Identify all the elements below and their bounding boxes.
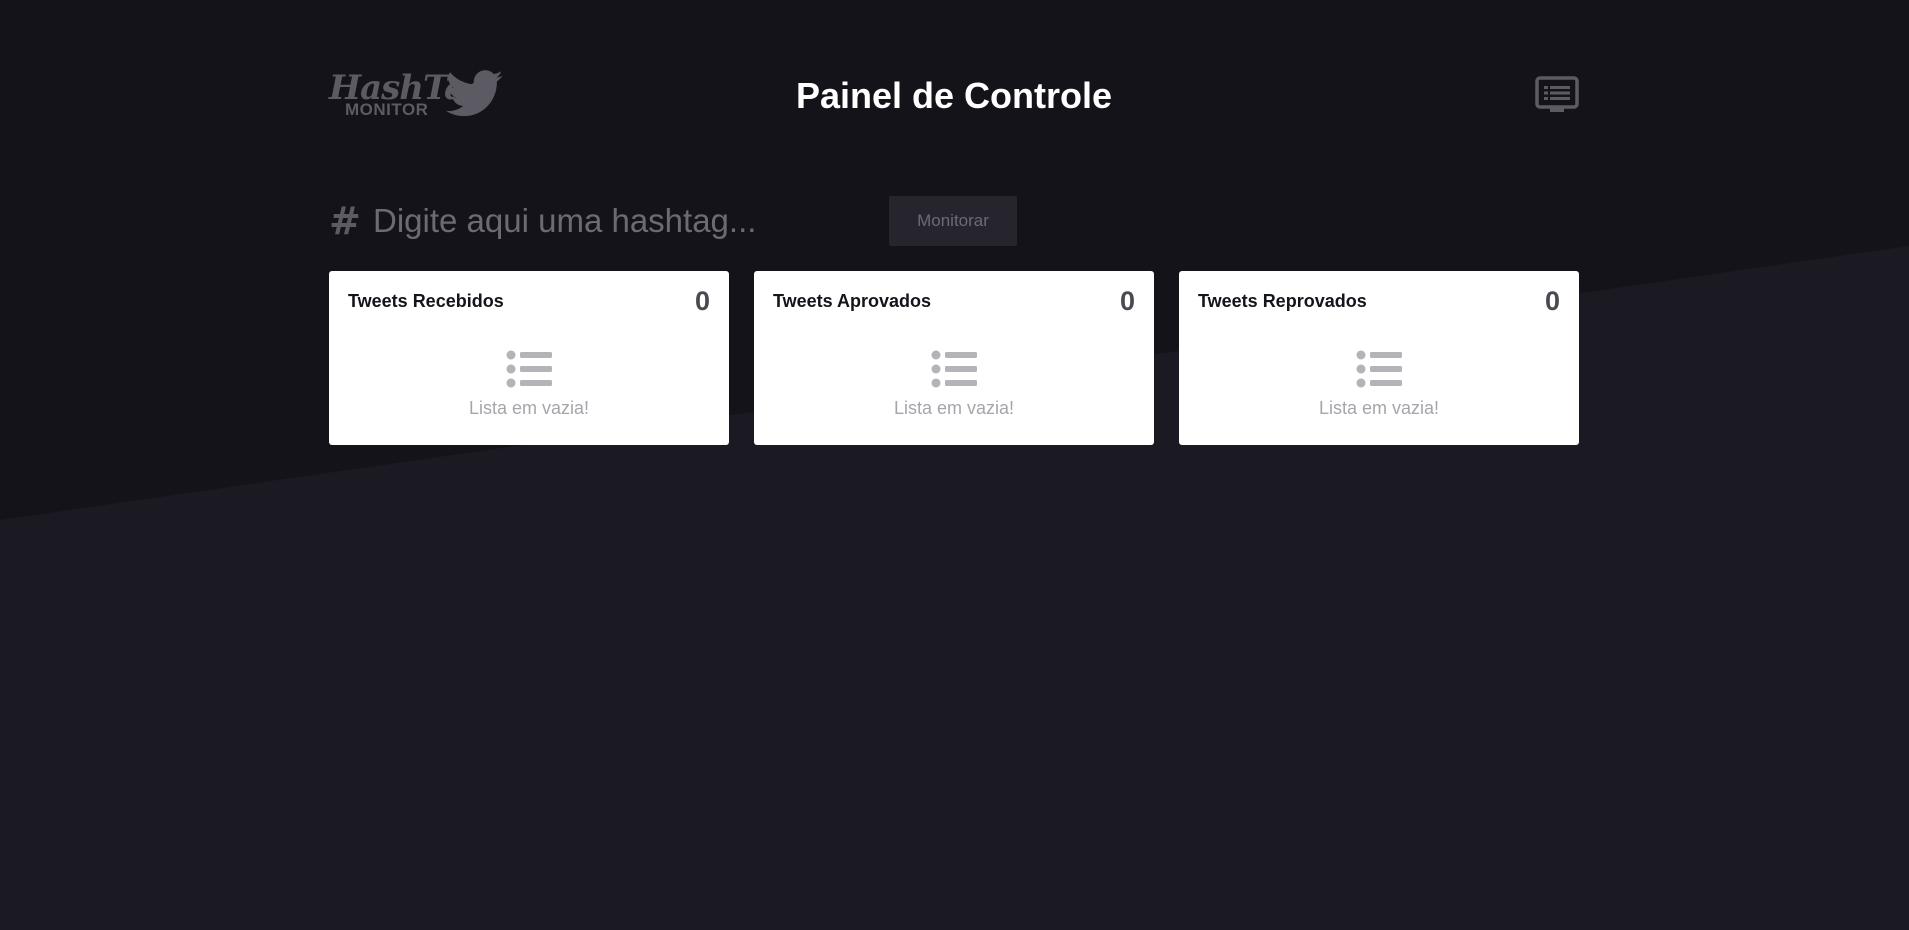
hashtag-monitor-logo: HashTag MONITOR <box>329 68 509 122</box>
monitor-button[interactable]: Monitorar <box>889 196 1017 246</box>
tweet-cards: Tweets Recebidos 0 Lista em vazia! Tweet… <box>329 271 1579 446</box>
card-title: Tweets Aprovados <box>773 291 932 311</box>
card-tweets-received: Tweets Recebidos 0 Lista em vazia! <box>329 271 729 445</box>
hashtag-input[interactable] <box>373 196 873 246</box>
hash-icon: # <box>329 199 361 243</box>
card-tweets-rejected: Tweets Reprovados 0 Lista em vazia! <box>1179 271 1579 445</box>
card-title: Tweets Reprovados <box>1198 291 1367 311</box>
display-monitor-icon <box>1535 76 1579 112</box>
logo-monitor-text: MONITOR <box>345 100 429 119</box>
card-count: 0 <box>1119 286 1135 316</box>
list-icon <box>1356 350 1402 388</box>
display-monitor-button[interactable] <box>1535 75 1579 115</box>
list-icon <box>931 350 977 388</box>
hashtag-search-row: # Monitorar <box>329 196 1579 246</box>
page-title: Painel de Controle <box>795 75 1113 116</box>
twitter-bird-icon <box>446 70 503 117</box>
empty-list-text: Lista em vazia! <box>1318 398 1440 418</box>
card-title: Tweets Recebidos <box>348 291 504 311</box>
list-icon <box>506 350 552 388</box>
card-count: 0 <box>1544 286 1560 316</box>
empty-list-text: Lista em vazia! <box>468 398 590 418</box>
card-count: 0 <box>694 286 710 316</box>
empty-list-text: Lista em vazia! <box>893 398 1015 418</box>
card-tweets-approved: Tweets Aprovados 0 Lista em vazia! <box>754 271 1154 445</box>
dashboard-container: HashTag MONITOR Painel de Controle # Mon… <box>329 0 1579 930</box>
